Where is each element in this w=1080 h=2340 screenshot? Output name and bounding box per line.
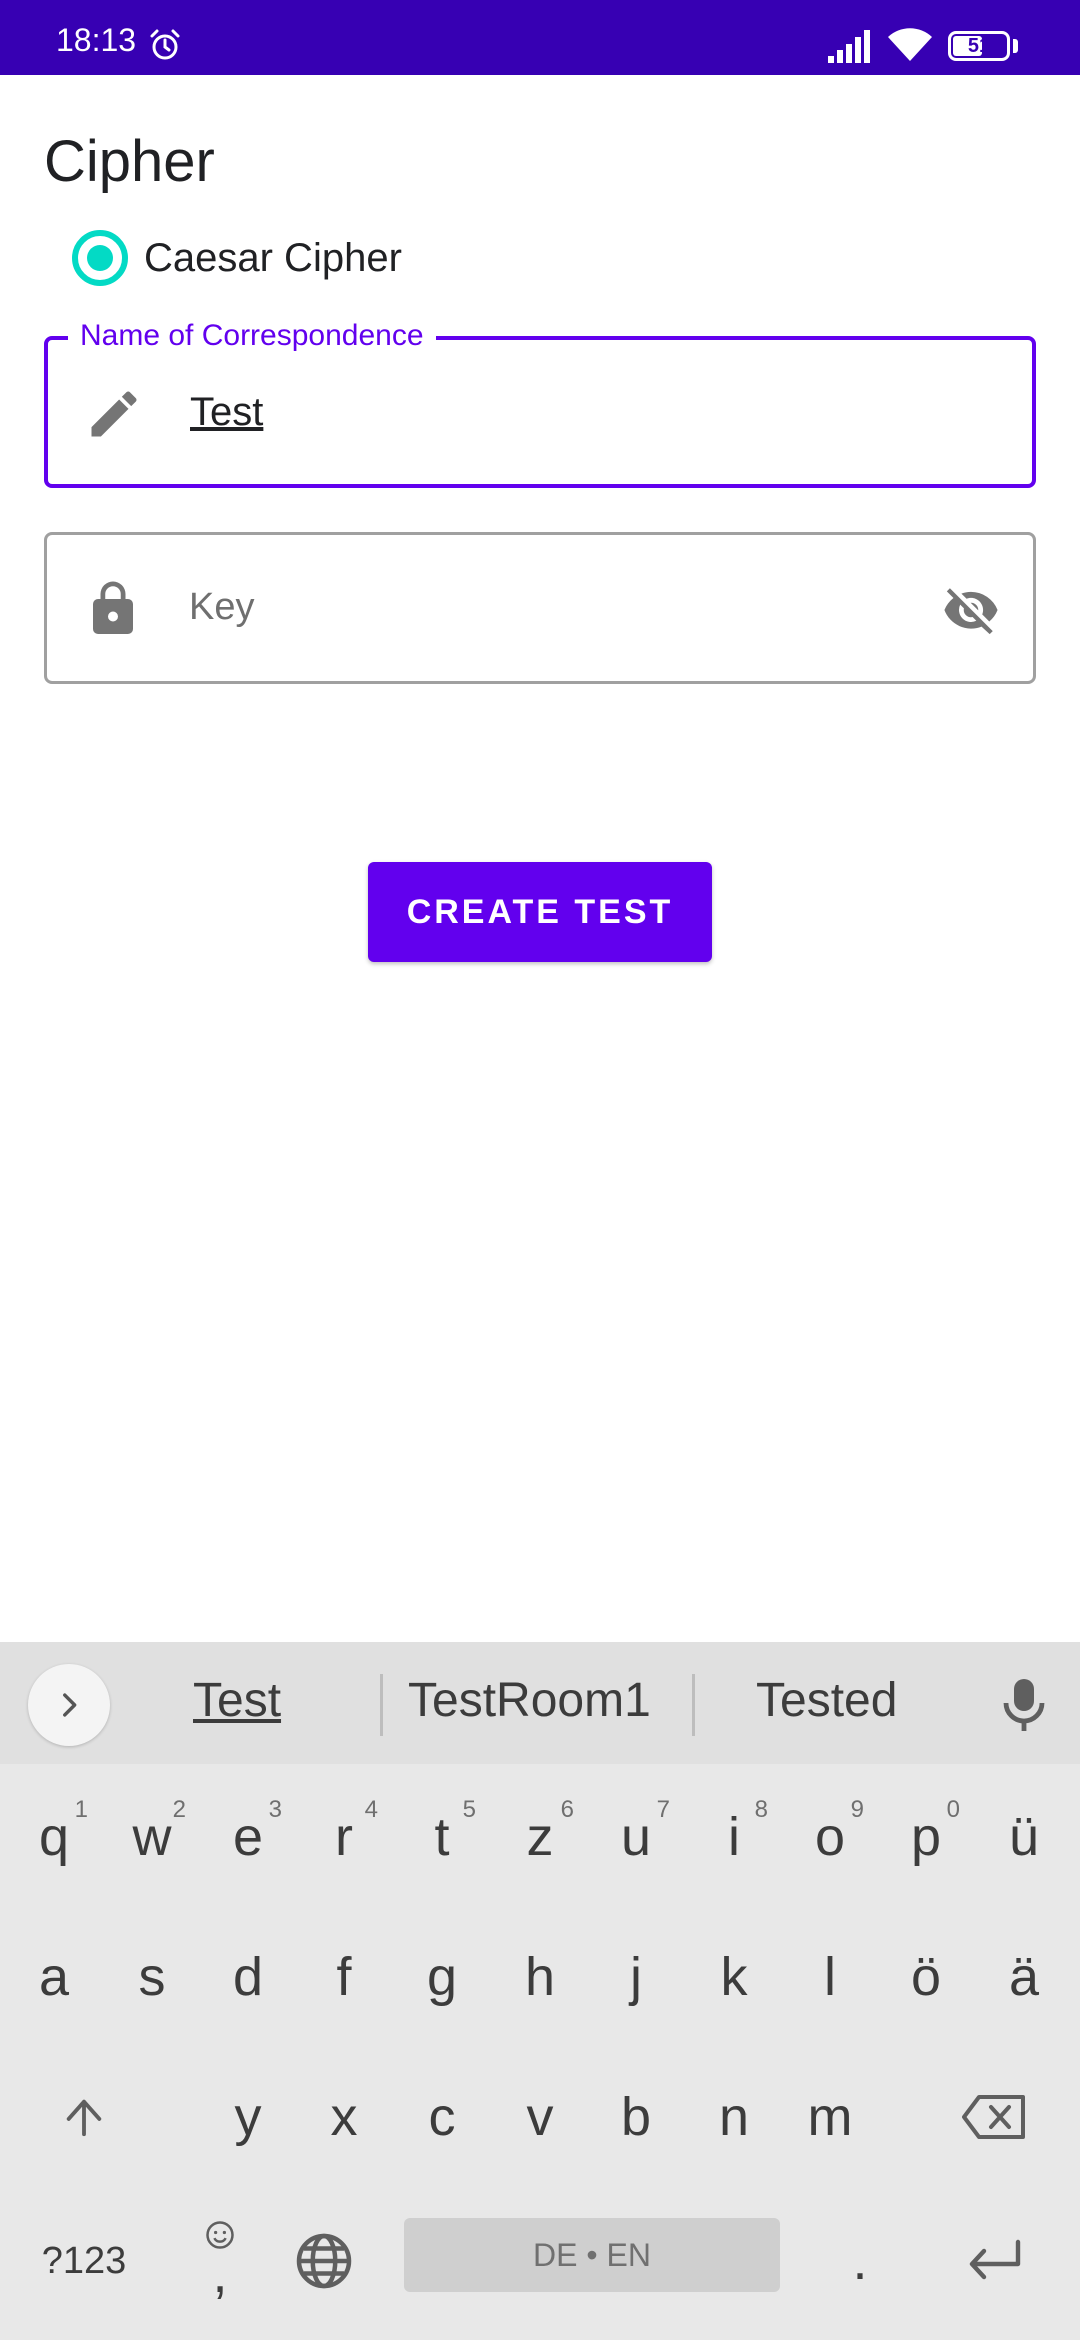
- suggestion-3[interactable]: Tested: [756, 1672, 897, 1730]
- chevron-right-icon: [63, 1693, 77, 1717]
- signal-icon: [828, 30, 870, 63]
- key-a[interactable]: a: [6, 1922, 102, 2032]
- key-y[interactable]: y: [200, 2062, 296, 2172]
- eye-off-icon[interactable]: [939, 581, 1003, 639]
- caesar-cipher-option[interactable]: Caesar Cipher: [72, 230, 402, 286]
- shift-key[interactable]: [36, 2062, 132, 2172]
- key-i[interactable]: i8: [686, 1782, 782, 1892]
- key-e[interactable]: e3: [200, 1782, 296, 1892]
- key-field[interactable]: Key: [44, 532, 1036, 684]
- key-t[interactable]: t5: [394, 1782, 490, 1892]
- alarm-icon: [150, 29, 180, 60]
- microphone-icon[interactable]: [1000, 1676, 1048, 1734]
- key-z[interactable]: z6: [492, 1782, 588, 1892]
- key-m[interactable]: m: [782, 2062, 878, 2172]
- key-d[interactable]: d: [200, 1922, 296, 2032]
- space-bar[interactable]: DE • EN: [404, 2218, 780, 2292]
- suggestion-bar: Test TestRoom1 Tested: [0, 1642, 1080, 1764]
- key-input[interactable]: Key: [189, 585, 254, 631]
- key-n[interactable]: n: [686, 2062, 782, 2172]
- backspace-key[interactable]: [946, 2062, 1042, 2172]
- key-o-umlaut[interactable]: ö: [878, 1922, 974, 2032]
- radio-label: Caesar Cipher: [144, 235, 402, 280]
- emoji-icon: [206, 2221, 234, 2249]
- shift-arrow-icon: [66, 2099, 102, 2137]
- key-b[interactable]: b: [588, 2062, 684, 2172]
- key-j[interactable]: j: [588, 1922, 684, 2032]
- key-g[interactable]: g: [394, 1922, 490, 2032]
- key-a-umlaut[interactable]: ä: [976, 1922, 1072, 2032]
- globe-icon: [296, 2233, 352, 2289]
- page-title: Cipher: [44, 129, 215, 194]
- enter-icon: [969, 2239, 1021, 2280]
- wifi-icon: [888, 28, 932, 61]
- key-u[interactable]: u7: [588, 1782, 684, 1892]
- key-s[interactable]: s: [104, 1922, 200, 2032]
- emoji-comma-key[interactable]: ,: [172, 2206, 268, 2316]
- key-l[interactable]: l: [782, 1922, 878, 2032]
- symbols-key[interactable]: ?123: [36, 2206, 132, 2316]
- key-q[interactable]: q1: [6, 1782, 102, 1892]
- suggestion-1[interactable]: Test: [193, 1672, 281, 1730]
- create-test-button[interactable]: CREATE TEST: [368, 862, 712, 962]
- field-label: Name of Correspondence: [68, 314, 436, 358]
- key-w[interactable]: w2: [104, 1782, 200, 1892]
- period-key[interactable]: .: [812, 2206, 908, 2316]
- language-key[interactable]: [276, 2206, 372, 2316]
- expand-toolbar-button[interactable]: [28, 1664, 110, 1746]
- key-x[interactable]: x: [296, 2062, 392, 2172]
- status-bar: 18:13 51: [0, 0, 1080, 75]
- key-c[interactable]: c: [394, 2062, 490, 2172]
- key-h[interactable]: h: [492, 1922, 588, 2032]
- key-r[interactable]: r4: [296, 1782, 392, 1892]
- pencil-icon: [91, 391, 137, 437]
- key-k[interactable]: k: [686, 1922, 782, 2032]
- correspondence-name-input[interactable]: Test: [190, 388, 263, 436]
- key-f[interactable]: f: [296, 1922, 392, 2032]
- correspondence-name-field[interactable]: Name of Correspondence Test: [44, 314, 1036, 488]
- key-v[interactable]: v: [492, 2062, 588, 2172]
- on-screen-keyboard: Test TestRoom1 Tested q1 w2 e3 r4 t5 z6 …: [0, 1642, 1080, 2340]
- status-time: 18:13: [56, 22, 137, 58]
- key-o[interactable]: o9: [782, 1782, 878, 1892]
- key-p[interactable]: p0: [878, 1782, 974, 1892]
- radio-button[interactable]: [72, 230, 128, 286]
- suggestion-2[interactable]: TestRoom1: [408, 1672, 651, 1730]
- backspace-icon: [962, 2095, 1025, 2139]
- enter-key[interactable]: [946, 2206, 1042, 2316]
- battery-icon: 51: [948, 31, 1010, 61]
- key-u-umlaut[interactable]: ü: [976, 1782, 1072, 1892]
- lock-icon: [93, 581, 133, 634]
- battery-level: 51: [967, 35, 991, 57]
